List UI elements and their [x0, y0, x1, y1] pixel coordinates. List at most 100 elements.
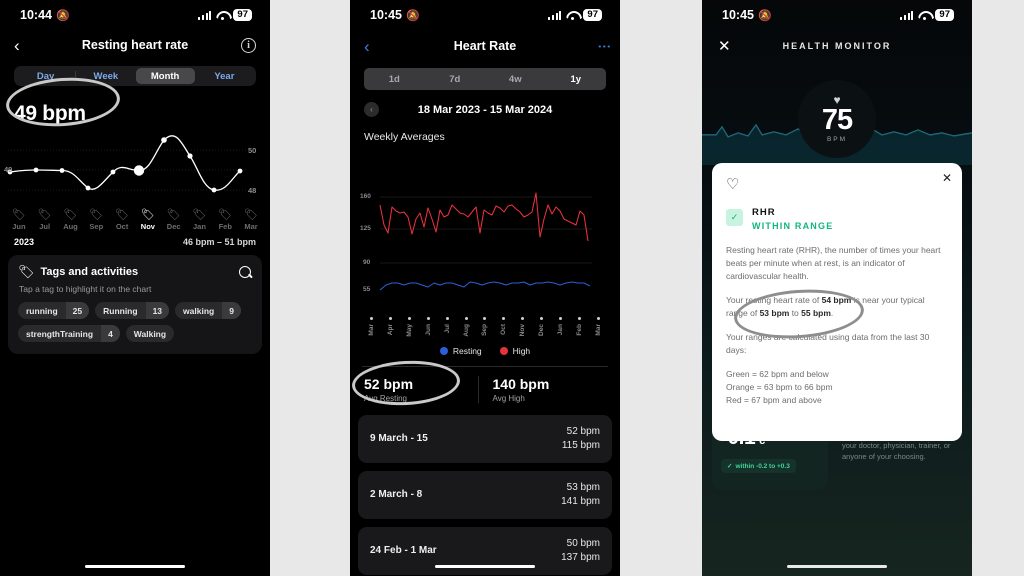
segment-year[interactable]: Year — [195, 68, 254, 84]
month-tick-jan[interactable]: Jan — [551, 317, 570, 337]
segment-month[interactable]: Month — [135, 68, 195, 84]
month-tick-mar[interactable]: 🏷 Mar — [238, 210, 264, 232]
month-label: Apr — [386, 324, 394, 336]
month-tick-may[interactable]: May — [400, 317, 419, 337]
month-tick-nov[interactable]: Nov — [513, 317, 532, 337]
month-tick-apr[interactable]: Apr — [381, 317, 400, 337]
avg-high-value: 140 bpm — [492, 375, 550, 392]
search-icon[interactable] — [239, 265, 252, 279]
range-green: Green = 62 bpm and below — [726, 369, 829, 379]
check-icon: ✓ — [726, 209, 743, 226]
month-label: Sep — [89, 222, 104, 231]
chart-footer: 2023 46 bpm – 51 bpm — [0, 231, 270, 247]
month-label: Dec — [166, 222, 181, 231]
tag-chip[interactable]: Walking — [125, 325, 175, 342]
table-row[interactable]: 2 March - 8 53 bpm 141 bpm — [358, 470, 612, 519]
phone-1-resting-heart-rate: 10:44 🔕 97 ‹ Resting heart rate i Day We… — [0, 0, 270, 576]
legend-item-resting[interactable]: Resting — [439, 346, 482, 356]
heart-rate-dial: ♥ 75 BPM — [798, 80, 876, 158]
month-label: Oct — [500, 324, 508, 335]
chip-label: Running — [103, 305, 138, 316]
month-tick-aug[interactable]: Aug — [457, 317, 476, 337]
month-tick-feb[interactable]: Feb — [570, 317, 589, 337]
back-icon[interactable]: ‹ — [364, 38, 370, 55]
home-indicator — [435, 564, 535, 568]
bell-silent-icon: 🔕 — [405, 9, 420, 22]
chart-month-axis[interactable]: 🏷 Jun 🏷 Jul 🏷 Aug 🏷 Sep 🏷 Oct 🏷 Nov 🏷 Dec 🏷 Jan … — [0, 209, 270, 232]
modal-status: WITHIN RANGE — [752, 221, 834, 231]
page-title: Heart Rate — [453, 39, 517, 53]
wifi-icon — [216, 11, 228, 20]
tag-chip[interactable]: strengthTraining 4 — [18, 325, 120, 342]
tag-chip[interactable]: walking 9 — [175, 302, 241, 319]
month-tick-dec[interactable]: Dec — [532, 317, 551, 337]
month-label: May — [405, 324, 413, 337]
heart-trend-icon: ♡ — [726, 176, 740, 193]
chart-range: 46 bpm – 51 bpm — [182, 237, 256, 247]
month-label: Jan — [557, 324, 565, 336]
legend-label: High — [512, 345, 531, 356]
month-tick-mar[interactable]: Mar — [362, 317, 381, 337]
weekly-averages-chart[interactable]: 160 125 90 55 — [350, 149, 620, 314]
bell-silent-icon: 🔕 — [757, 9, 772, 22]
month-tick-jul[interactable]: Jul — [438, 317, 457, 337]
status-bar: 10:45 🔕 97 — [702, 0, 972, 30]
time-range-segmented-control[interactable]: 1d 7d 4w 1y — [364, 68, 606, 90]
row-date: 2 March - 8 — [370, 489, 423, 501]
month-tick-aug[interactable]: 🏷 Aug — [58, 209, 84, 232]
month-label: Jul — [39, 222, 51, 231]
month-tick-oct[interactable]: 🏷 Oct — [109, 210, 135, 232]
info-icon[interactable]: i — [241, 37, 256, 53]
chart-year: 2023 — [14, 237, 35, 247]
axis-dot-icon — [597, 317, 601, 320]
month-tick-feb[interactable]: 🏷 Feb — [212, 210, 238, 232]
tag-icon: 🏷 — [63, 209, 78, 221]
row-date: 9 March - 15 — [370, 433, 428, 445]
chart-month-axis[interactable]: Mar Apr May Jun Jul Aug Sep Oct Nov Dec … — [350, 317, 620, 337]
month-tick-nov[interactable]: 🏷 Nov — [135, 210, 161, 232]
screenshot-stage: 10:44 🔕 97 ‹ Resting heart rate i Day We… — [0, 0, 1024, 576]
month-tick-mar-end[interactable]: Mar — [589, 317, 608, 337]
axis-dot-icon — [388, 317, 392, 320]
month-tick-sep[interactable]: Sep — [476, 317, 495, 337]
heart-rate-value: 75 — [821, 104, 853, 136]
tags-and-activities-card: 🏷 Tags and activities Tap a tag to highl… — [8, 255, 262, 354]
month-tick-sep[interactable]: 🏷 Sep — [83, 210, 109, 232]
back-icon[interactable]: ‹ — [14, 37, 20, 54]
axis-dot-icon — [483, 317, 487, 320]
month-label: Jun — [424, 324, 432, 336]
wifi-icon — [918, 11, 930, 20]
tag-chip[interactable]: Running 13 — [95, 302, 170, 319]
chip-label: strengthTraining — [26, 328, 94, 339]
tag-icon: 🏷 — [166, 209, 181, 221]
overflow-menu-icon[interactable]: ⋮ — [597, 40, 612, 53]
month-tick-oct[interactable]: Oct — [494, 317, 513, 337]
modal-header: ✓ RHR WITHIN RANGE — [726, 207, 948, 231]
month-tick-jul[interactable]: 🏷 Jul — [32, 210, 58, 232]
month-tick-jun[interactable]: 🏷 Jun — [6, 210, 32, 232]
y-tick-48: 48 — [248, 186, 257, 195]
previous-period-icon[interactable]: ‹ — [364, 102, 379, 117]
month-tick-jun[interactable]: Jun — [419, 317, 438, 337]
segment-1y[interactable]: 1y — [546, 74, 607, 85]
chip-label: Walking — [133, 328, 167, 339]
row-date: 24 Feb - 1 Mar — [370, 545, 437, 557]
segment-1d[interactable]: 1d — [364, 74, 425, 85]
battery-badge: 97 — [233, 9, 252, 21]
segment-4w[interactable]: 4w — [485, 74, 546, 85]
month-label: Sep — [481, 324, 489, 336]
modal-close-icon[interactable]: ✕ — [942, 172, 952, 184]
tags-card-title: Tags and activities — [40, 266, 139, 278]
section-title-weekly-averages: Weekly Averages — [364, 131, 445, 143]
legend-item-high[interactable]: High — [499, 345, 531, 356]
chip-label: walking — [183, 305, 215, 316]
segment-7d[interactable]: 7d — [425, 74, 486, 85]
modal-title: RHR — [752, 207, 776, 218]
month-tick-jan[interactable]: 🏷 Jan — [187, 210, 213, 232]
badge-label: within -0.2 to +0.3 — [735, 462, 790, 470]
resting-heart-rate-chart[interactable]: 50 49 48 — [0, 130, 270, 208]
tag-chip[interactable]: running 25 — [18, 302, 90, 319]
month-tick-dec[interactable]: 🏷 Dec — [161, 209, 187, 232]
close-icon[interactable]: ✕ — [718, 39, 731, 54]
table-row[interactable]: 9 March - 15 52 bpm 115 bpm — [358, 414, 612, 463]
